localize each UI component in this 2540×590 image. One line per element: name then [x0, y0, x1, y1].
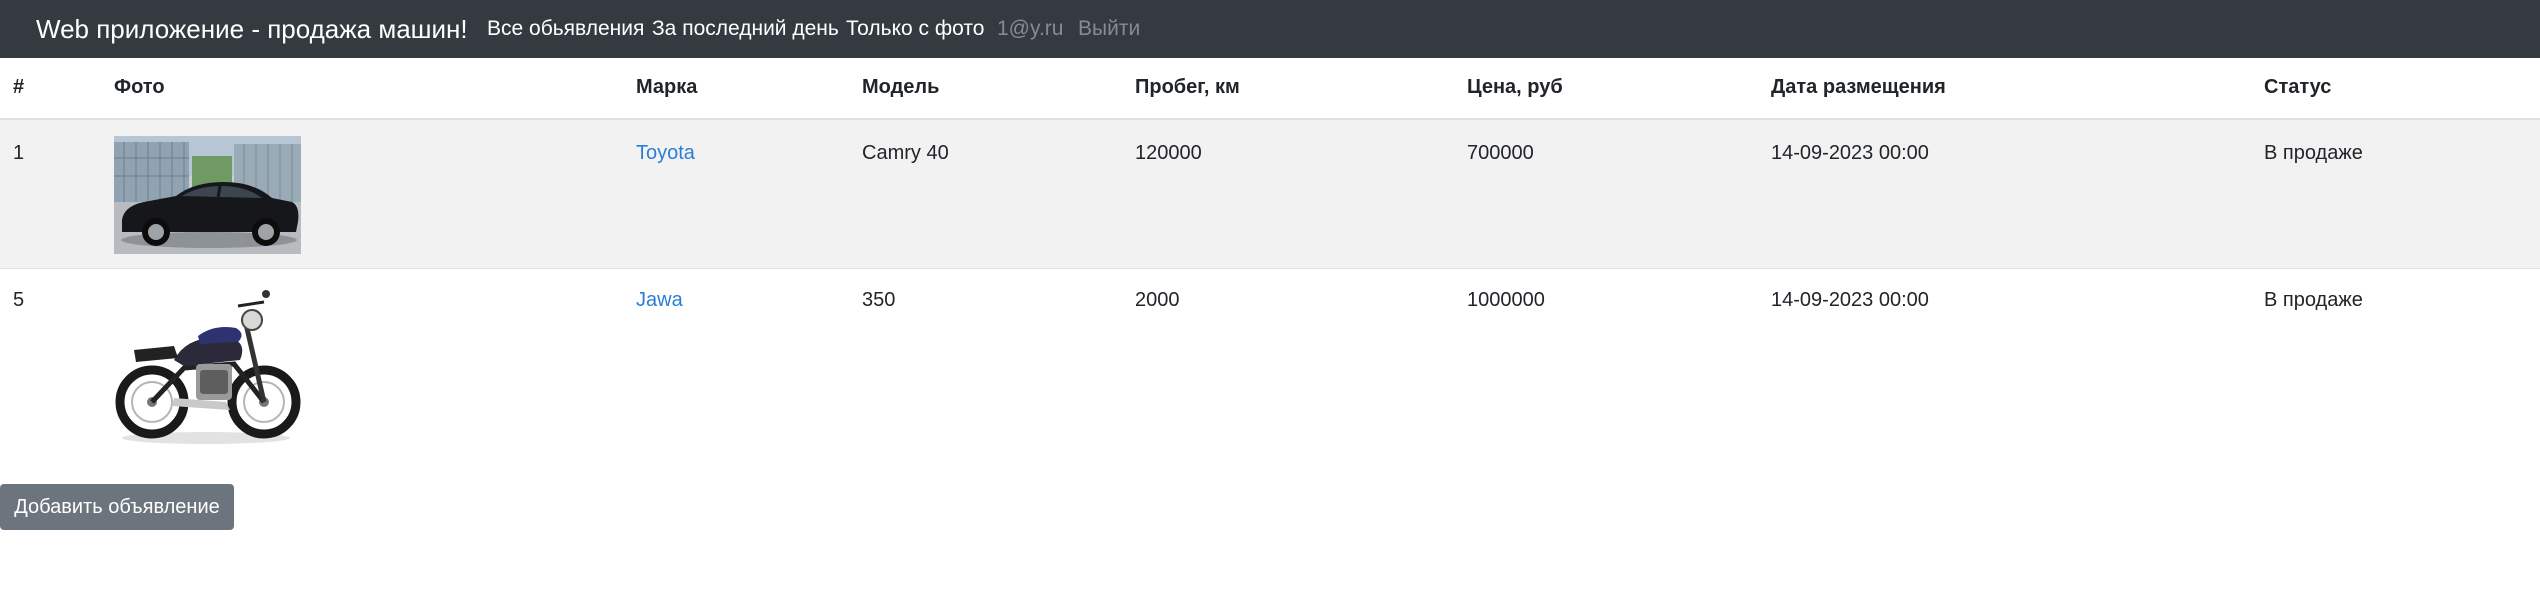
status-cell: В продаже [2264, 142, 2363, 164]
col-header-brand: Марка [636, 76, 698, 98]
col-header-status: Статус [2264, 76, 2332, 98]
col-header-model: Модель [862, 76, 940, 98]
motorcycle-photo [114, 280, 301, 448]
mileage-cell: 120000 [1135, 142, 1202, 164]
col-header-number: # [13, 76, 25, 98]
nav-only-photo[interactable]: Только с фото [846, 0, 984, 58]
nav-all-ads[interactable]: Все обьявления [487, 0, 644, 58]
navbar-brand[interactable]: Web приложение - продажа машин! [36, 0, 468, 58]
status-cell: В продаже [2264, 289, 2363, 311]
date-cell: 14-09-2023 00:00 [1771, 142, 1929, 164]
price-cell: 1000000 [1467, 289, 1545, 311]
col-header-date: Дата размещения [1771, 76, 1946, 98]
brand-link[interactable]: Toyota [636, 142, 695, 165]
car-photo[interactable] [114, 280, 301, 448]
black-sedan-photo [114, 136, 301, 254]
brand-link[interactable]: Jawa [636, 289, 683, 312]
car-photo[interactable] [114, 136, 301, 254]
model-cell: Camry 40 [862, 142, 949, 164]
navbar: Web приложение - продажа машин! Все обья… [0, 0, 2540, 58]
nav-logout[interactable]: Выйти [1078, 0, 1140, 58]
nav-last-day[interactable]: За последний день [652, 0, 839, 58]
price-cell: 700000 [1467, 142, 1534, 164]
row-id: 1 [13, 142, 25, 164]
add-ad-button[interactable]: Добавить объявление [0, 484, 234, 530]
row-id: 5 [13, 289, 25, 311]
date-cell: 14-09-2023 00:00 [1771, 289, 1929, 311]
nav-user-email[interactable]: 1@y.ru [997, 0, 1063, 58]
col-header-photo: Фото [114, 76, 165, 98]
mileage-cell: 2000 [1135, 289, 1180, 311]
table-row [0, 120, 2540, 268]
row-divider [0, 268, 2540, 269]
model-cell: 350 [862, 289, 896, 311]
col-header-mileage: Пробег, км [1135, 76, 1240, 98]
col-header-price: Цена, руб [1467, 76, 1563, 98]
